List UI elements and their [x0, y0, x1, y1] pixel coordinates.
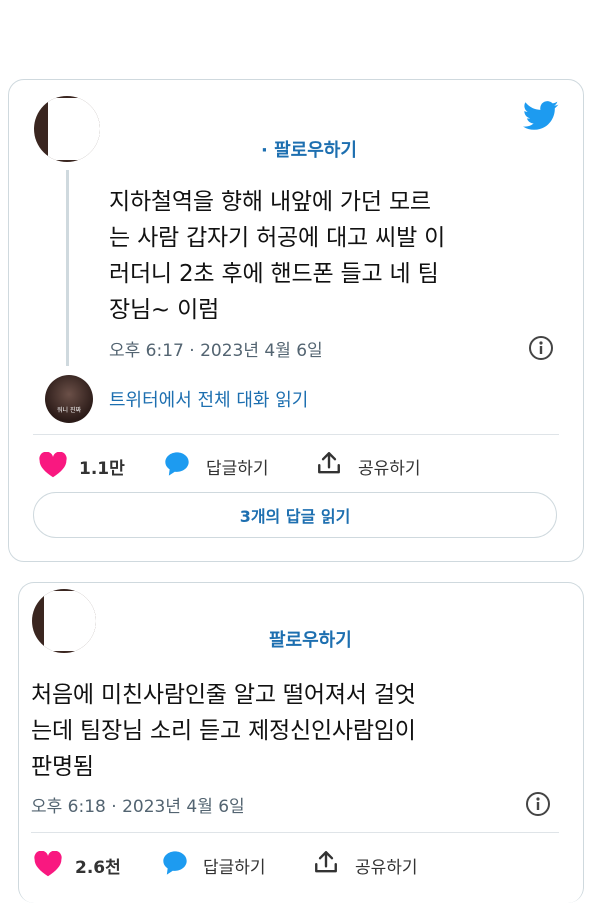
read-thread-link[interactable]: 트위터에서 전체 대화 읽기 [109, 386, 308, 412]
tweet-text-line: 는 사람 갑자기 허공에 대고 씨발 이 [109, 225, 446, 251]
tweet-text-line: 판명됨 [31, 754, 94, 780]
share-button[interactable]: 공유하기 [355, 853, 418, 878]
tweet-text-line: 처음에 미친사람인줄 알고 떨어져서 걸엇 [31, 682, 416, 708]
tweet-timestamp[interactable]: 오후 6:18 · 2023년 4월 6일 [31, 792, 245, 817]
share-icon[interactable] [313, 849, 339, 875]
tweet-timestamp[interactable]: 오후 6:17 · 2023년 4월 6일 [109, 336, 323, 361]
read-replies-button[interactable]: 3개의 답글 읽기 [33, 492, 557, 538]
twitter-bird-icon[interactable] [523, 101, 559, 131]
tweet-text-line: 지하철역을 향해 내앞에 가던 모르 [109, 189, 431, 215]
follow-button[interactable]: 팔로우하기 [269, 626, 352, 652]
divider [33, 434, 559, 435]
info-icon[interactable] [528, 335, 554, 361]
divider [31, 832, 559, 833]
info-icon[interactable] [525, 791, 551, 817]
speech-bubble-icon[interactable] [163, 450, 191, 478]
tweet-text: 처음에 미친사람인줄 알고 떨어져서 걸엇 는데 팀장님 소리 듣고 제정신인사… [31, 677, 416, 785]
tweet-text-line: 러더니 2초 후에 핸드폰 들고 네 팀 [109, 261, 439, 287]
tweet-text-line: 는데 팀장님 소리 듣고 제정신인사람임이 [31, 718, 416, 744]
author-avatar[interactable] [32, 589, 96, 653]
like-count: 1.1만 [79, 459, 125, 479]
follow-button[interactable]: · 팔로우하기 [261, 136, 357, 162]
share-icon[interactable] [316, 450, 342, 476]
share-button[interactable]: 공유하기 [358, 454, 421, 479]
tweet-text-line: 장님~ 이럼 [109, 297, 220, 323]
tweet-card-2: 팔로우하기 처음에 미친사람인줄 알고 떨어져서 걸엇 는데 팀장님 소리 듣고… [18, 582, 584, 903]
speech-bubble-icon[interactable] [161, 849, 189, 877]
heart-icon[interactable] [34, 851, 62, 877]
thread-avatar[interactable]: 워니 진짜 [45, 375, 93, 423]
thread-line [66, 170, 69, 366]
like-count: 2.6천 [75, 858, 121, 878]
author-avatar[interactable] [34, 96, 100, 162]
thread-avatar-label: 워니 진짜 [57, 407, 81, 414]
reply-button[interactable]: 답글하기 [206, 454, 269, 479]
reply-button[interactable]: 답글하기 [203, 853, 266, 878]
tweet-card-1: · 팔로우하기 지하철역을 향해 내앞에 가던 모르 는 사람 갑자기 허공에 … [8, 79, 584, 562]
tweet-text: 지하철역을 향해 내앞에 가던 모르 는 사람 갑자기 허공에 대고 씨발 이 … [109, 184, 445, 328]
heart-icon[interactable] [39, 452, 67, 478]
